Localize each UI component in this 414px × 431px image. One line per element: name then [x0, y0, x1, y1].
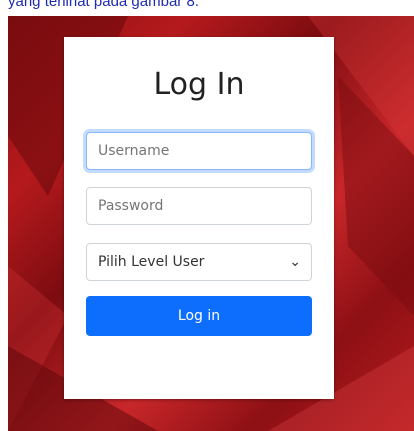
- level-user-select[interactable]: Pilih Level User ⌄: [86, 243, 312, 281]
- level-user-select-value: Pilih Level User: [98, 254, 205, 270]
- login-title: Log In: [153, 67, 245, 102]
- login-button[interactable]: Log in: [86, 296, 312, 336]
- caption-text: yang terlihat pada gambar 8.: [0, 0, 414, 13]
- chevron-down-icon: ⌄: [289, 254, 301, 270]
- password-input[interactable]: [86, 187, 312, 225]
- login-card: Log In Pilih Level User ⌄ Log in: [64, 37, 334, 399]
- username-input[interactable]: [86, 132, 312, 170]
